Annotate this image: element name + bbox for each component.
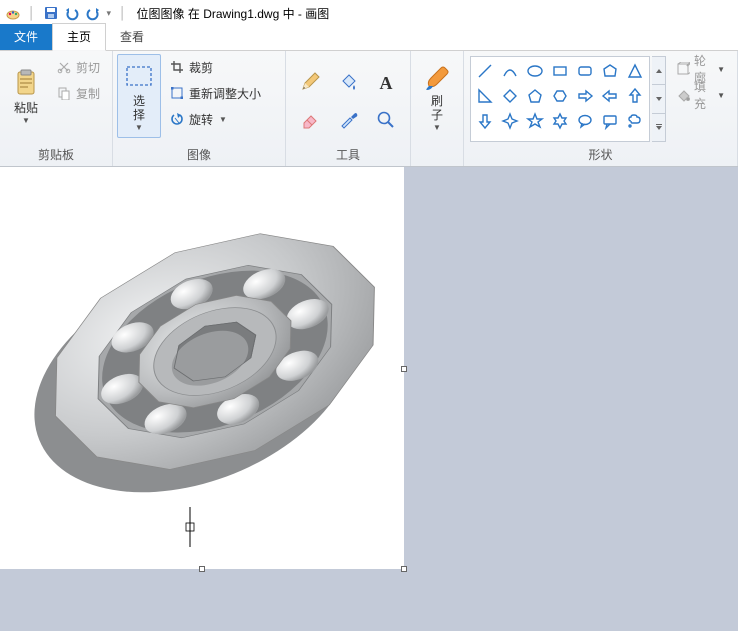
brush-icon (421, 60, 453, 92)
canvas[interactable] (0, 167, 404, 569)
group-image: 选 择 ▼ 裁剪 重新调整大小 (113, 51, 286, 166)
text-tool[interactable]: A (372, 68, 400, 96)
tab-home[interactable]: 主页 (52, 23, 106, 51)
shape-line[interactable] (473, 59, 497, 83)
svg-text:A: A (380, 73, 393, 93)
shape-rect[interactable] (548, 59, 572, 83)
group-brushes-label (415, 147, 459, 166)
select-icon (123, 60, 155, 92)
ribbon: 粘贴 ▼ 剪切 复制 剪贴板 (0, 50, 738, 167)
shape-4star[interactable] (498, 109, 522, 133)
paste-button[interactable]: 粘贴 ▼ (4, 54, 48, 138)
shape-roundrect[interactable] (573, 59, 597, 83)
ribbon-tabs: 文件 主页 查看 (0, 26, 738, 50)
brush-button[interactable]: 刷 子 ▼ (415, 54, 459, 138)
fill-button[interactable]: 填充 ▼ (671, 84, 730, 106)
tab-file[interactable]: 文件 (0, 24, 52, 50)
shape-pentagon[interactable] (523, 84, 547, 108)
shape-diamond[interactable] (498, 84, 522, 108)
rotate-label: 旋转 (189, 111, 213, 128)
group-tools: A 工具 (286, 51, 411, 166)
pencil-tool[interactable] (296, 68, 324, 96)
magnifier-tool[interactable] (372, 106, 400, 134)
app-icon (4, 4, 22, 22)
outline-button[interactable]: 轮廓 ▼ (671, 58, 730, 80)
shapes-more[interactable] (652, 114, 665, 141)
canvas-area (0, 167, 738, 631)
select-button[interactable]: 选 择 ▼ (117, 54, 161, 138)
shape-arrow-up[interactable] (623, 84, 647, 108)
cut-button[interactable]: 剪切 (51, 56, 105, 78)
fill-tool[interactable] (334, 68, 362, 96)
shapes-expand (652, 56, 666, 142)
resize-handle-bottom[interactable] (199, 566, 205, 572)
group-clipboard: 粘贴 ▼ 剪切 复制 剪贴板 (0, 51, 113, 166)
crop-button[interactable]: 裁剪 (164, 56, 278, 78)
tab-view[interactable]: 查看 (106, 24, 158, 50)
window-title: 位图图像 在 Drawing1.dwg 中 - 画图 (137, 5, 330, 22)
eraser-tool[interactable] (296, 106, 324, 134)
group-brushes: 刷 子 ▼ (411, 51, 464, 166)
chevron-down-icon: ▼ (717, 65, 725, 74)
group-shapes: 轮廓 ▼ 填充 ▼ 形状 (464, 51, 738, 166)
copy-label: 复制 (76, 85, 100, 102)
shape-callout-cloud[interactable] (623, 109, 647, 133)
select-label: 选 择 (133, 94, 145, 122)
copy-button[interactable]: 复制 (51, 82, 105, 104)
chevron-down-icon: ▼ (717, 91, 725, 100)
shape-arrow-left[interactable] (598, 84, 622, 108)
group-tools-label: 工具 (290, 144, 406, 166)
resize-label: 重新调整大小 (189, 85, 261, 102)
shape-callout-round[interactable] (573, 109, 597, 133)
qat-divider: │ (28, 6, 36, 20)
shape-oval[interactable] (523, 59, 547, 83)
chevron-down-icon: ▼ (219, 115, 227, 124)
resize-handle-right[interactable] (401, 366, 407, 372)
cut-label: 剪切 (76, 59, 100, 76)
eyedropper-tool[interactable] (334, 106, 362, 134)
shape-hexagon[interactable] (548, 84, 572, 108)
shape-arrow-right[interactable] (573, 84, 597, 108)
shapes-scroll-down[interactable] (652, 85, 665, 113)
shape-curve[interactable] (498, 59, 522, 83)
bearing-image (0, 167, 404, 569)
brush-label: 刷 子 (431, 94, 443, 122)
chevron-down-icon: ▼ (22, 116, 30, 125)
save-icon[interactable] (42, 4, 60, 22)
undo-icon[interactable] (63, 4, 81, 22)
shape-callout-rect[interactable] (598, 109, 622, 133)
outline-icon (676, 61, 690, 77)
paste-label: 粘贴 (14, 101, 38, 115)
cut-icon (56, 59, 72, 75)
resize-handle-corner[interactable] (401, 566, 407, 572)
fill-icon (676, 87, 690, 103)
chevron-down-icon: ▼ (135, 123, 143, 132)
shapes-scroll-up[interactable] (652, 57, 665, 85)
shape-arrow-down[interactable] (473, 109, 497, 133)
titlebar: │ ▾ │ 位图图像 在 Drawing1.dwg 中 - 画图 (0, 0, 738, 26)
resize-icon (169, 85, 185, 101)
group-image-label: 图像 (117, 144, 281, 166)
crop-icon (169, 59, 185, 75)
copy-icon (56, 85, 72, 101)
group-shapes-label: 形状 (468, 144, 733, 166)
paste-icon (10, 67, 42, 99)
redo-icon[interactable] (84, 4, 102, 22)
group-clipboard-label: 剪贴板 (4, 144, 108, 166)
fill-label: 填充 (694, 78, 711, 112)
crop-label: 裁剪 (189, 59, 213, 76)
shape-5star[interactable] (523, 109, 547, 133)
shape-triangle[interactable] (623, 59, 647, 83)
resize-button[interactable]: 重新调整大小 (164, 82, 278, 104)
rotate-button[interactable]: 旋转 ▼ (164, 108, 278, 130)
qat-customize-icon[interactable]: ▾ (105, 8, 114, 19)
rotate-icon (169, 111, 185, 127)
shapes-gallery[interactable] (470, 56, 650, 142)
shape-6star[interactable] (548, 109, 572, 133)
shape-right-triangle[interactable] (473, 84, 497, 108)
chevron-down-icon: ▼ (433, 123, 441, 132)
qat-divider-2: │ (119, 6, 127, 20)
shape-polygon[interactable] (598, 59, 622, 83)
